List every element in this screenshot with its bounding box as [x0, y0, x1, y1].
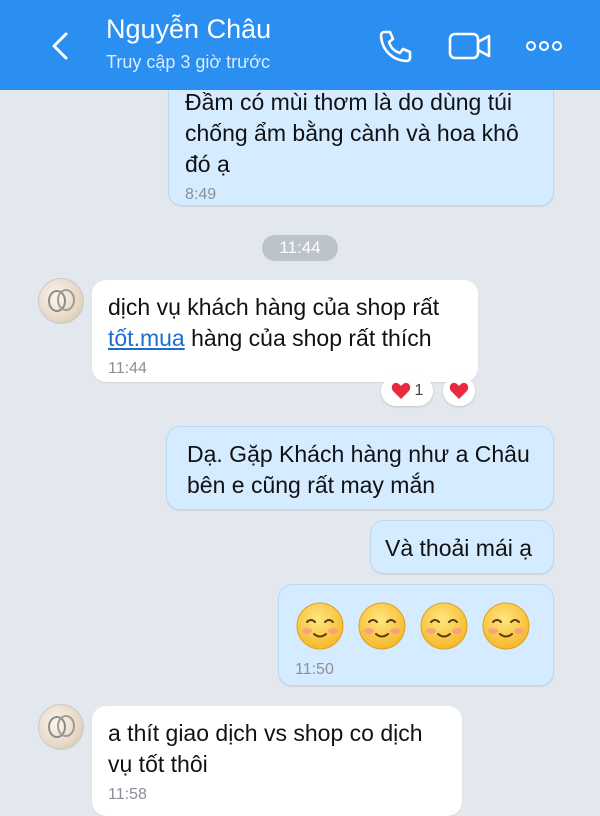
message-text: Dạ. Gặp Khách hàng như a Châu bên e cũng…: [187, 441, 530, 498]
contact-name[interactable]: Nguyễn Châu: [106, 14, 271, 45]
message-text-part: hàng của shop rất thích: [184, 325, 432, 351]
smiling-face-emoji: [482, 602, 530, 650]
message-bubble-outgoing[interactable]: Dạ. Gặp Khách hàng như a Châu bên e cũng…: [166, 426, 554, 510]
message-bubble-outgoing[interactable]: Và thoải mái ạ: [370, 520, 554, 574]
reaction-summary[interactable]: 1: [381, 376, 433, 406]
ring-photo-icon: [48, 289, 75, 312]
reaction-count: 1: [414, 382, 424, 399]
message-text: Đầm có mùi thơm là do dùng túi chống ẩm …: [185, 89, 519, 177]
message-text-part: dịch vụ khách hàng của shop rất: [108, 294, 440, 320]
contact-status: Truy cập 3 giờ trước: [106, 52, 271, 72]
heart-icon: [391, 382, 410, 399]
smiling-face-emoji: [420, 602, 468, 650]
more-options-icon: [526, 41, 562, 51]
video-call-button[interactable]: [447, 28, 493, 64]
message-time: 11:58: [108, 786, 147, 803]
message-time: 11:50: [295, 661, 334, 678]
phone-icon: [379, 30, 412, 63]
smiling-face-emoji: [296, 602, 344, 650]
emoji-row: [295, 599, 537, 651]
ring-photo-icon: [48, 715, 75, 738]
message-bubble-outgoing[interactable]: Đầm có mùi thơm là do dùng túi chống ẩm …: [168, 72, 554, 206]
chat-header: Nguyễn Châu Truy cập 3 giờ trước: [0, 0, 600, 90]
video-call-icon: [448, 32, 491, 60]
smiling-face-emoji: [358, 602, 406, 650]
back-button[interactable]: [44, 28, 80, 64]
message-text: Và thoải mái ạ: [385, 535, 533, 561]
call-button[interactable]: [375, 28, 415, 64]
message-bubble-outgoing[interactable]: 11:50: [278, 584, 554, 686]
more-options-button[interactable]: [524, 28, 564, 64]
message-text: dịch vụ khách hàng của shop rất tốt.mua …: [108, 292, 462, 354]
back-arrow-icon: [52, 32, 68, 60]
message-text: a thít giao dịch vs shop co dịch vụ tốt …: [108, 720, 423, 777]
message-bubble-incoming[interactable]: dịch vụ khách hàng của shop rất tốt.mua …: [92, 280, 478, 382]
contact-avatar[interactable]: [38, 278, 84, 324]
react-button[interactable]: [443, 376, 475, 406]
heart-icon: [449, 382, 469, 399]
contact-avatar[interactable]: [38, 704, 84, 750]
message-time: 8:49: [185, 186, 217, 203]
time-separator: 11:44: [262, 235, 338, 261]
message-link[interactable]: tốt.mua: [108, 325, 185, 351]
